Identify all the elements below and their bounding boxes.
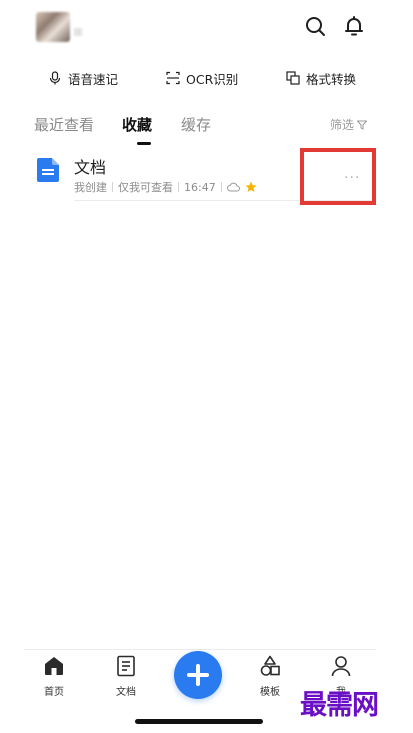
funnel-icon bbox=[357, 120, 368, 130]
document-icon bbox=[37, 158, 59, 182]
active-tab-indicator bbox=[137, 142, 151, 145]
meta-divider bbox=[220, 182, 222, 192]
watermark-logo: 最需网 bbox=[300, 690, 379, 721]
document-title: 文档 bbox=[74, 158, 107, 177]
top-header bbox=[0, 0, 413, 52]
document-creator: 我创建 bbox=[74, 181, 107, 194]
more-options-button[interactable]: ··· bbox=[344, 170, 360, 186]
avatar[interactable] bbox=[36, 12, 70, 42]
voice-memo-button[interactable]: 语音速记 bbox=[48, 64, 118, 92]
nav-docs-label: 文档 bbox=[116, 687, 136, 698]
nav-home-label: 首页 bbox=[44, 687, 64, 698]
meta-divider bbox=[112, 182, 113, 192]
convert-icon bbox=[286, 71, 300, 85]
tab-recent[interactable]: 最近查看 bbox=[34, 114, 94, 135]
document-meta: 我创建 仅我可查看 16:47 bbox=[74, 179, 257, 195]
nav-home[interactable]: 首页 bbox=[34, 655, 74, 698]
scan-icon bbox=[166, 71, 180, 85]
nav-templates[interactable]: 模板 bbox=[250, 655, 290, 698]
bottom-nav-divider bbox=[24, 649, 376, 650]
quick-tools: 语音速记 OCR识别 格式转换 bbox=[0, 64, 413, 92]
format-convert-label: 格式转换 bbox=[306, 71, 357, 87]
document-visibility: 仅我可查看 bbox=[118, 181, 173, 194]
voice-memo-label: 语音速记 bbox=[68, 71, 119, 87]
avatar-name-blurred bbox=[74, 28, 82, 36]
user-icon bbox=[331, 656, 351, 677]
tab-favorites[interactable]: 收藏 bbox=[122, 114, 152, 135]
format-convert-button[interactable]: 格式转换 bbox=[286, 64, 356, 92]
tab-cache[interactable]: 缓存 bbox=[181, 114, 211, 135]
meta-divider bbox=[178, 182, 179, 192]
tab-bar: 最近查看 收藏 缓存 筛选 bbox=[0, 108, 413, 148]
nav-templates-label: 模板 bbox=[260, 687, 280, 698]
ocr-button[interactable]: OCR识别 bbox=[166, 64, 238, 92]
document-time: 16:47 bbox=[184, 180, 216, 194]
nav-docs[interactable]: 文档 bbox=[106, 655, 146, 698]
ocr-label: OCR识别 bbox=[186, 71, 239, 87]
plus-icon bbox=[187, 664, 209, 686]
microphone-icon bbox=[49, 71, 61, 85]
filter-label: 筛选 bbox=[330, 118, 355, 132]
document-list-icon bbox=[117, 655, 135, 677]
shapes-icon bbox=[260, 655, 280, 676]
star-icon bbox=[245, 181, 257, 192]
filter-button[interactable]: 筛选 bbox=[330, 116, 368, 133]
more-options-highlight bbox=[300, 148, 376, 205]
create-button[interactable] bbox=[174, 651, 222, 699]
cloud-icon bbox=[226, 182, 240, 192]
home-indicator[interactable] bbox=[135, 719, 263, 724]
search-icon[interactable] bbox=[303, 14, 327, 38]
bell-icon[interactable] bbox=[342, 14, 366, 38]
home-icon bbox=[45, 657, 63, 675]
